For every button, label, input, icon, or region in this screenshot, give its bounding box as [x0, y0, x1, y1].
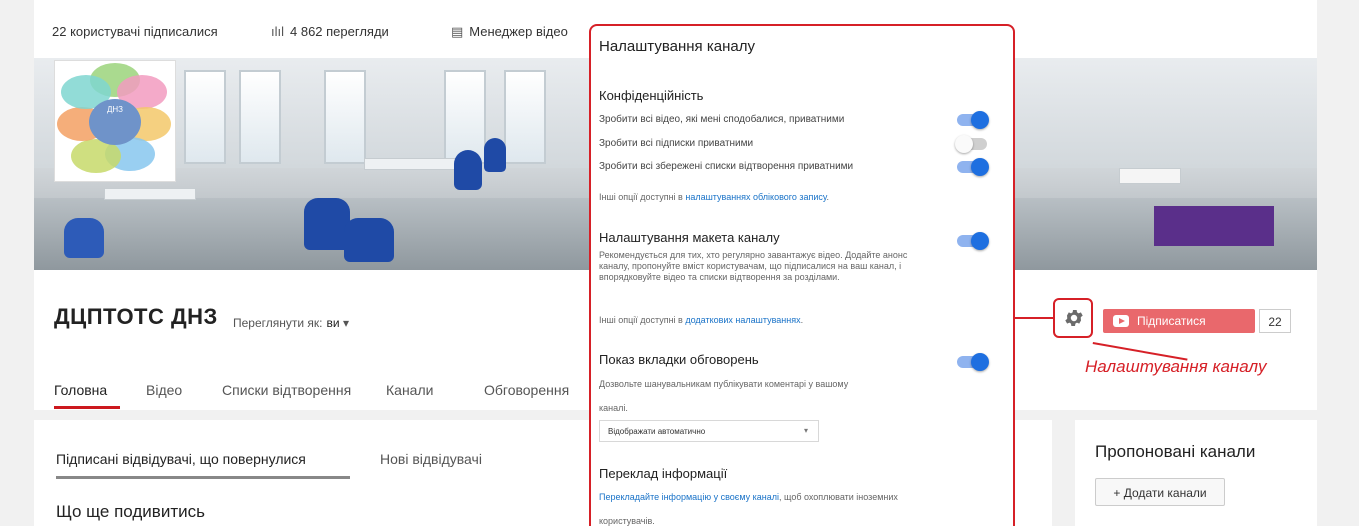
layout-toggle[interactable] — [957, 232, 989, 250]
privacy-heading: Конфіденційність — [599, 88, 704, 103]
toggle-knob — [971, 158, 989, 176]
toggle-knob — [955, 135, 973, 153]
featured-channels-title: Пропоновані канали — [1095, 442, 1256, 461]
banner-socket — [1119, 168, 1181, 184]
views-count: 4 862 перегляди — [290, 24, 389, 39]
privacy-subscriptions-toggle[interactable] — [955, 135, 987, 153]
channel-logo: ДНЗ — [54, 60, 176, 182]
channel-settings-button[interactable] — [1053, 298, 1093, 338]
layout-more-options: Інші опції доступні в додаткових налашту… — [599, 315, 803, 325]
channel-title: ДЦПТОТС ДНЗ — [54, 304, 218, 329]
translate-description: Перекладайте інформацію у своєму каналі,… — [599, 492, 898, 502]
banner-chair — [454, 150, 482, 190]
discussion-heading: Показ вкладки обговорень — [599, 352, 759, 367]
banner-window — [324, 70, 366, 164]
layout-description: Рекомендується для тих, хто регулярно за… — [599, 250, 908, 282]
tab-home[interactable]: Головна — [54, 382, 107, 398]
layout-more-prefix: Інші опції доступні в — [599, 315, 686, 325]
privacy-playlists-toggle[interactable] — [957, 158, 989, 176]
banner-table — [104, 188, 196, 200]
layout-heading: Налаштування макета каналу — [599, 230, 780, 245]
gear-icon — [1065, 310, 1083, 326]
settings-callout-label: Налаштування каналу — [1085, 357, 1267, 376]
channel-settings-dialog: Налаштування каналу Конфіденційність Зро… — [589, 24, 1015, 526]
tab-playlists[interactable]: Списки відтворення — [222, 382, 351, 398]
add-channels-button[interactable]: + Додати канали — [1095, 478, 1225, 506]
tab-videos[interactable]: Відео — [146, 382, 182, 398]
video-manager-link[interactable]: ▤ Менеджер відео — [451, 24, 568, 40]
video-manager-label: Менеджер відео — [469, 24, 568, 39]
logo-center: ДНЗ — [89, 99, 141, 145]
tab-new-visitors[interactable]: Нові відвідувачі — [380, 451, 482, 467]
subscriber-count-badge: 22 — [1259, 309, 1291, 333]
discussion-desc-line2: каналі. — [599, 403, 628, 413]
settings-dialog-title: Налаштування каналу — [599, 38, 755, 55]
video-manager-icon: ▤ — [451, 24, 464, 39]
featured-channels-card: Пропоновані канали + Додати канали — [1075, 420, 1317, 526]
toggle-knob — [971, 353, 989, 371]
banner-purple-table — [1154, 206, 1274, 246]
banner-table — [364, 158, 466, 170]
privacy-liked-toggle[interactable] — [957, 111, 989, 129]
banner-chair — [484, 138, 506, 172]
privacy-subscriptions-label: Зробити всі підписки приватними — [599, 138, 754, 149]
privacy-more-prefix: Інші опції доступні в — [599, 192, 686, 202]
toggle-knob — [971, 232, 989, 250]
more-to-watch-title: Що ще подивитись — [56, 502, 205, 521]
privacy-more-suffix: . — [826, 192, 829, 202]
subscriber-count: 22 користувачі підписалися — [52, 24, 218, 39]
discussion-toggle[interactable] — [957, 353, 989, 371]
views-stat: ılıl 4 862 перегляди — [271, 24, 389, 39]
callout-line — [1015, 317, 1053, 319]
discussion-display-select[interactable]: Відображати автоматично ▾ — [599, 420, 819, 442]
subscribe-label: Підписатися — [1137, 314, 1206, 328]
caret-down-icon: ▾ — [342, 316, 349, 330]
privacy-playlists-label: Зробити всі збережені списки відтворення… — [599, 161, 854, 172]
view-as-selector[interactable]: Переглянути як: ви ▾ — [233, 316, 349, 330]
banner-chair — [344, 218, 394, 262]
toggle-knob — [971, 111, 989, 129]
account-settings-link[interactable]: налаштуваннях облікового запису — [685, 192, 826, 202]
discussion-desc-line1: Дозвольте шанувальникам публікувати коме… — [599, 379, 849, 389]
active-subtab-indicator — [56, 476, 350, 479]
translate-heading: Переклад інформації — [599, 466, 728, 481]
privacy-liked-label: Зробити всі відео, які мені сподобалися,… — [599, 114, 845, 125]
layout-more-suffix: . — [800, 315, 804, 325]
dropdown-caret-icon: ▾ — [803, 426, 808, 435]
advanced-settings-link[interactable]: додаткових налаштуваннях — [685, 315, 800, 325]
banner-window — [184, 70, 226, 164]
banner-chair — [64, 218, 104, 258]
subscribe-button[interactable]: Підписатися — [1103, 309, 1255, 333]
banner-window — [504, 70, 546, 164]
privacy-more-options: Інші опції доступні в налаштуваннях облі… — [599, 192, 829, 202]
tab-channels[interactable]: Канали — [386, 382, 433, 398]
translate-rest: , щоб охоплювати іноземних — [779, 492, 898, 502]
translate-info-link[interactable]: Перекладайте інформацію у своєму каналі — [599, 492, 779, 502]
discussion-display-value: Відображати автоматично — [608, 427, 706, 436]
banner-window — [239, 70, 281, 164]
youtube-play-icon — [1113, 315, 1129, 327]
tab-discussion[interactable]: Обговорення — [484, 382, 569, 398]
active-tab-indicator — [54, 406, 120, 409]
view-as-label: Переглянути як: — [233, 316, 323, 330]
view-as-value: ви — [326, 316, 340, 330]
translate-description-line2: користувачів. — [599, 516, 655, 526]
tab-returning-subscribers[interactable]: Підписані відвідувачі, що повернулися — [56, 451, 306, 467]
bar-chart-icon: ılıl — [271, 24, 284, 39]
